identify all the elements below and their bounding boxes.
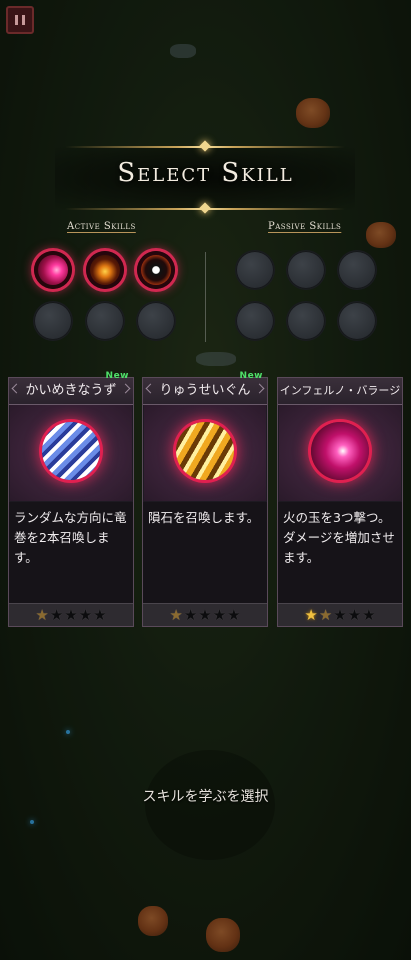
tornado-orb-icon — [42, 422, 100, 480]
background-creature — [206, 918, 240, 952]
empty-skill-slot — [287, 251, 325, 289]
empty-skill-slot — [137, 302, 175, 340]
empty-skill-slot — [338, 302, 376, 340]
pause-icon — [15, 15, 18, 25]
empty-skill-slot — [338, 251, 376, 289]
background-rock — [170, 44, 196, 58]
star-icon: ★ — [318, 605, 333, 624]
active-skills-label: Active Skills — [67, 221, 136, 232]
background-rock — [196, 352, 236, 366]
star-icon: ★ — [93, 605, 107, 624]
skill-card[interactable]: New りゅうせいぐん 隕石を召喚します。 ★ ★ ★ ★ ★ — [142, 371, 268, 627]
active-skill-slot — [86, 251, 124, 289]
pause-button[interactable] — [6, 6, 34, 34]
star-icon: ★ — [49, 605, 64, 624]
star-icon: ★ — [212, 605, 227, 624]
inferno-barrage-orb-icon — [311, 422, 369, 480]
skill-card[interactable]: New かいめきなうず ランダムな方向に竜巻を2本召喚します。 ★ ★ ★ ★ … — [8, 371, 134, 627]
select-skill-prompt: スキルを学ぶを選択 — [142, 789, 269, 805]
passive-skills-label: Passive Skills — [268, 221, 342, 232]
flame-vortex-icon — [90, 255, 120, 285]
star-rating: ★ ★ ★ ★ ★ — [278, 603, 402, 626]
background-spark — [66, 730, 70, 734]
star-icon: ★ — [198, 605, 212, 624]
star-icon: ★ — [227, 605, 241, 624]
active-skill-slot — [137, 251, 175, 289]
page-title: Select Skill — [117, 158, 294, 188]
skill-card[interactable]: インフェルノ・バラージ 火の玉を3つ撃つ。ダメージを増加させます。 ★ ★ ★ … — [277, 377, 403, 627]
star-rating: ★ ★ ★ ★ ★ — [143, 603, 267, 626]
skill-description: 隕石を召喚します。 — [143, 502, 267, 604]
skill-art — [144, 405, 266, 501]
skill-art — [279, 405, 401, 501]
chevron-left-icon — [11, 383, 22, 394]
skill-name: インフェルノ・バラージ — [278, 378, 402, 405]
skill-name: かいめきなうず — [9, 378, 133, 405]
chevron-right-icon — [120, 383, 131, 394]
star-icon: ★ — [35, 605, 49, 624]
empty-skill-slot — [86, 302, 124, 340]
skill-art — [10, 405, 132, 501]
background-creature — [296, 98, 330, 128]
background-spark — [30, 820, 34, 824]
bomb-icon — [141, 255, 171, 285]
star-icon: ★ — [333, 605, 347, 624]
chevron-right-icon — [254, 383, 265, 394]
star-icon: ★ — [183, 605, 198, 624]
star-rating: ★ ★ ★ ★ ★ — [9, 603, 133, 626]
star-icon: ★ — [78, 605, 93, 624]
star-icon: ★ — [169, 605, 183, 624]
star-icon: ★ — [304, 605, 318, 624]
empty-skill-slot — [236, 251, 274, 289]
active-skill-slot — [34, 251, 72, 289]
skill-description: ランダムな方向に竜巻を2本召喚します。 — [9, 502, 133, 604]
meteor-orb-icon — [176, 422, 234, 480]
pause-icon — [22, 15, 25, 25]
chevron-left-icon — [145, 383, 156, 394]
star-icon: ★ — [362, 605, 376, 624]
empty-skill-slot — [34, 302, 72, 340]
skills-divider — [205, 252, 206, 342]
star-icon: ★ — [347, 605, 362, 624]
skill-description: 火の玉を3つ撃つ。ダメージを増加させます。 — [278, 502, 402, 604]
star-icon: ★ — [64, 605, 78, 624]
empty-skill-slot — [236, 302, 274, 340]
background-creature — [366, 222, 396, 248]
pink-fireball-icon — [38, 255, 68, 285]
skill-name: りゅうせいぐん — [143, 378, 267, 405]
background-creature — [138, 906, 168, 936]
empty-skill-slot — [287, 302, 325, 340]
